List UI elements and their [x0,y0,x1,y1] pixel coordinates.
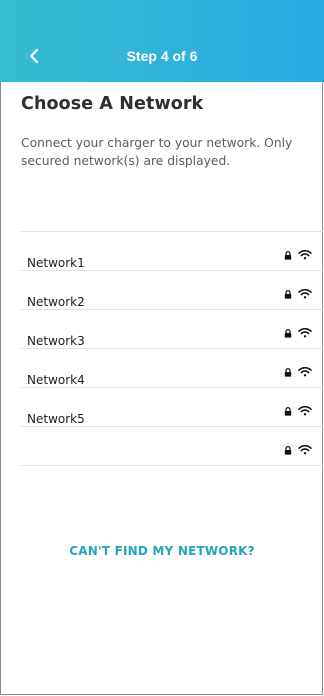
page-title: Choose A Network [21,94,204,114]
lock-icon [284,290,292,299]
wifi-icon [298,249,312,260]
network-name: Network2 [27,295,85,309]
wifi-icon [298,288,312,299]
network-name: Network4 [27,373,85,387]
network-row-3[interactable]: Network3 [21,310,323,348]
network-row-1[interactable]: Network1 [21,232,323,270]
wifi-icon [298,366,312,377]
network-row-4[interactable]: Network4 [21,349,323,387]
network-row-5[interactable]: Network5 [21,388,323,426]
lock-icon [284,446,292,455]
header-bar: Step 4 of 6 [0,0,324,82]
lock-icon [284,368,292,377]
step-title: Step 4 of 6 [126,48,198,64]
network-row-6[interactable] [21,427,323,465]
network-list: Network1 Network2 Network3 Network4 Netw… [21,231,323,466]
divider [21,465,323,466]
lock-icon [284,329,292,338]
cant-find-network-link[interactable]: CAN'T FIND MY NETWORK? [0,544,324,558]
lock-icon [284,407,292,416]
network-name: Network5 [27,412,85,426]
page-subtitle: Connect your charger to your network. On… [21,136,293,168]
lock-icon [284,251,292,260]
wifi-icon [298,327,312,338]
wifi-icon [298,405,312,416]
wifi-icon [298,444,312,455]
network-name: Network1 [27,256,85,270]
network-row-2[interactable]: Network2 [21,271,323,309]
network-name: Network3 [27,334,85,348]
